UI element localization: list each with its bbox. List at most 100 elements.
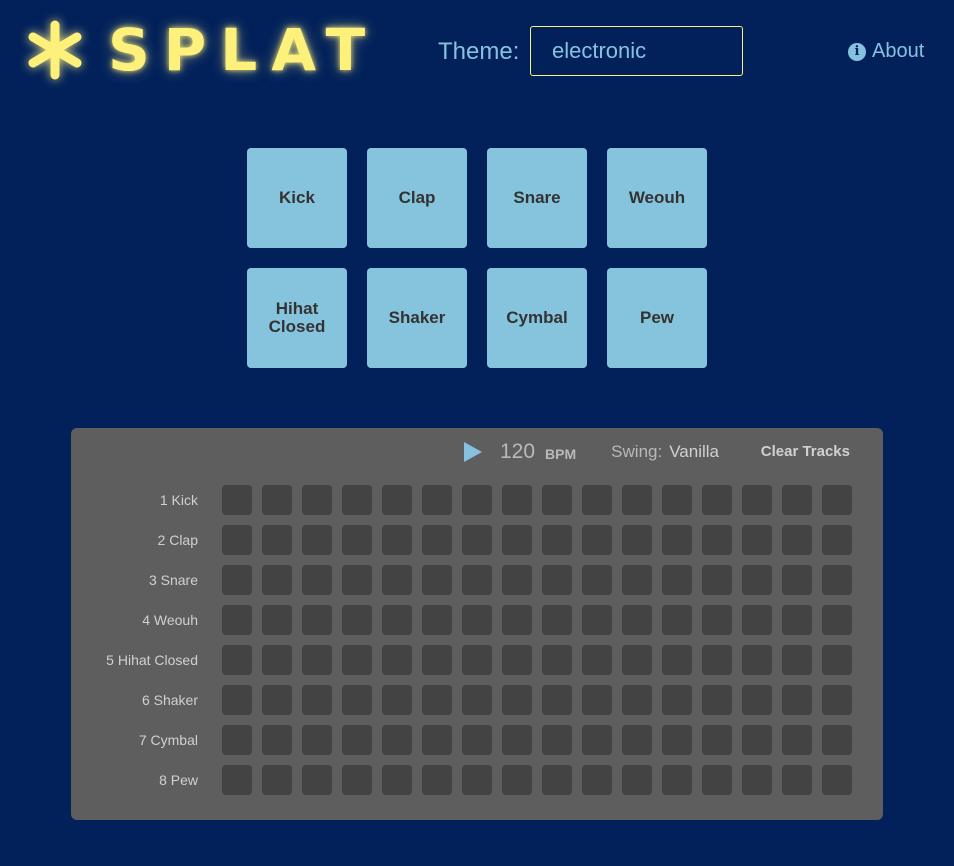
step-button[interactable] [702,605,732,635]
step-button[interactable] [702,725,732,755]
step-button[interactable] [422,605,452,635]
step-button[interactable] [502,565,532,595]
step-button[interactable] [262,645,292,675]
step-button[interactable] [382,645,412,675]
step-button[interactable] [342,565,372,595]
bpm-value[interactable]: 120 [500,440,535,464]
step-button[interactable] [422,645,452,675]
step-button[interactable] [462,565,492,595]
pad-weouh[interactable]: Weouh [607,148,707,248]
step-button[interactable] [582,525,612,555]
step-button[interactable] [782,485,812,515]
step-button[interactable] [462,765,492,795]
step-button[interactable] [382,485,412,515]
step-button[interactable] [582,565,612,595]
step-button[interactable] [702,485,732,515]
step-button[interactable] [542,725,572,755]
step-button[interactable] [222,765,252,795]
step-button[interactable] [782,605,812,635]
step-button[interactable] [462,485,492,515]
step-button[interactable] [382,605,412,635]
step-button[interactable] [782,765,812,795]
step-button[interactable] [462,645,492,675]
step-button[interactable] [262,525,292,555]
step-button[interactable] [502,605,532,635]
step-button[interactable] [262,765,292,795]
pad-clap[interactable]: Clap [367,148,467,248]
step-button[interactable] [582,765,612,795]
step-button[interactable] [342,685,372,715]
step-button[interactable] [742,645,772,675]
step-button[interactable] [502,485,532,515]
pad-snare[interactable]: Snare [487,148,587,248]
step-button[interactable] [222,645,252,675]
step-button[interactable] [342,765,372,795]
step-button[interactable] [622,685,652,715]
step-button[interactable] [302,525,332,555]
step-button[interactable] [502,525,532,555]
about-link[interactable]: i About [848,40,924,63]
step-button[interactable] [302,725,332,755]
step-button[interactable] [742,605,772,635]
step-button[interactable] [742,685,772,715]
step-button[interactable] [662,685,692,715]
step-button[interactable] [342,725,372,755]
step-button[interactable] [742,525,772,555]
step-button[interactable] [542,565,572,595]
step-button[interactable] [262,685,292,715]
step-button[interactable] [622,605,652,635]
step-button[interactable] [822,525,852,555]
step-button[interactable] [542,645,572,675]
step-button[interactable] [622,565,652,595]
step-button[interactable] [822,485,852,515]
step-button[interactable] [622,725,652,755]
step-button[interactable] [422,685,452,715]
step-button[interactable] [382,525,412,555]
step-button[interactable] [302,765,332,795]
step-button[interactable] [822,765,852,795]
step-button[interactable] [742,485,772,515]
swing-select[interactable]: Vanilla [669,442,719,462]
step-button[interactable] [662,525,692,555]
step-button[interactable] [702,645,732,675]
step-button[interactable] [222,565,252,595]
step-button[interactable] [542,685,572,715]
step-button[interactable] [782,725,812,755]
step-button[interactable] [342,525,372,555]
step-button[interactable] [662,765,692,795]
step-button[interactable] [462,725,492,755]
pad-pew[interactable]: Pew [607,268,707,368]
step-button[interactable] [422,525,452,555]
step-button[interactable] [822,685,852,715]
step-button[interactable] [262,485,292,515]
step-button[interactable] [582,485,612,515]
step-button[interactable] [342,605,372,635]
step-button[interactable] [262,565,292,595]
step-button[interactable] [822,725,852,755]
step-button[interactable] [822,605,852,635]
step-button[interactable] [542,485,572,515]
step-button[interactable] [662,605,692,635]
theme-select[interactable]: electronic [530,26,743,76]
step-button[interactable] [782,685,812,715]
step-button[interactable] [822,565,852,595]
step-button[interactable] [422,565,452,595]
pad-shaker[interactable]: Shaker [367,268,467,368]
step-button[interactable] [622,765,652,795]
step-button[interactable] [622,485,652,515]
step-button[interactable] [742,565,772,595]
step-button[interactable] [702,525,732,555]
step-button[interactable] [702,685,732,715]
step-button[interactable] [782,645,812,675]
step-button[interactable] [462,605,492,635]
step-button[interactable] [742,765,772,795]
step-button[interactable] [462,525,492,555]
step-button[interactable] [502,725,532,755]
step-button[interactable] [542,765,572,795]
step-button[interactable] [822,645,852,675]
step-button[interactable] [622,525,652,555]
step-button[interactable] [662,565,692,595]
step-button[interactable] [222,485,252,515]
step-button[interactable] [582,685,612,715]
step-button[interactable] [542,605,572,635]
